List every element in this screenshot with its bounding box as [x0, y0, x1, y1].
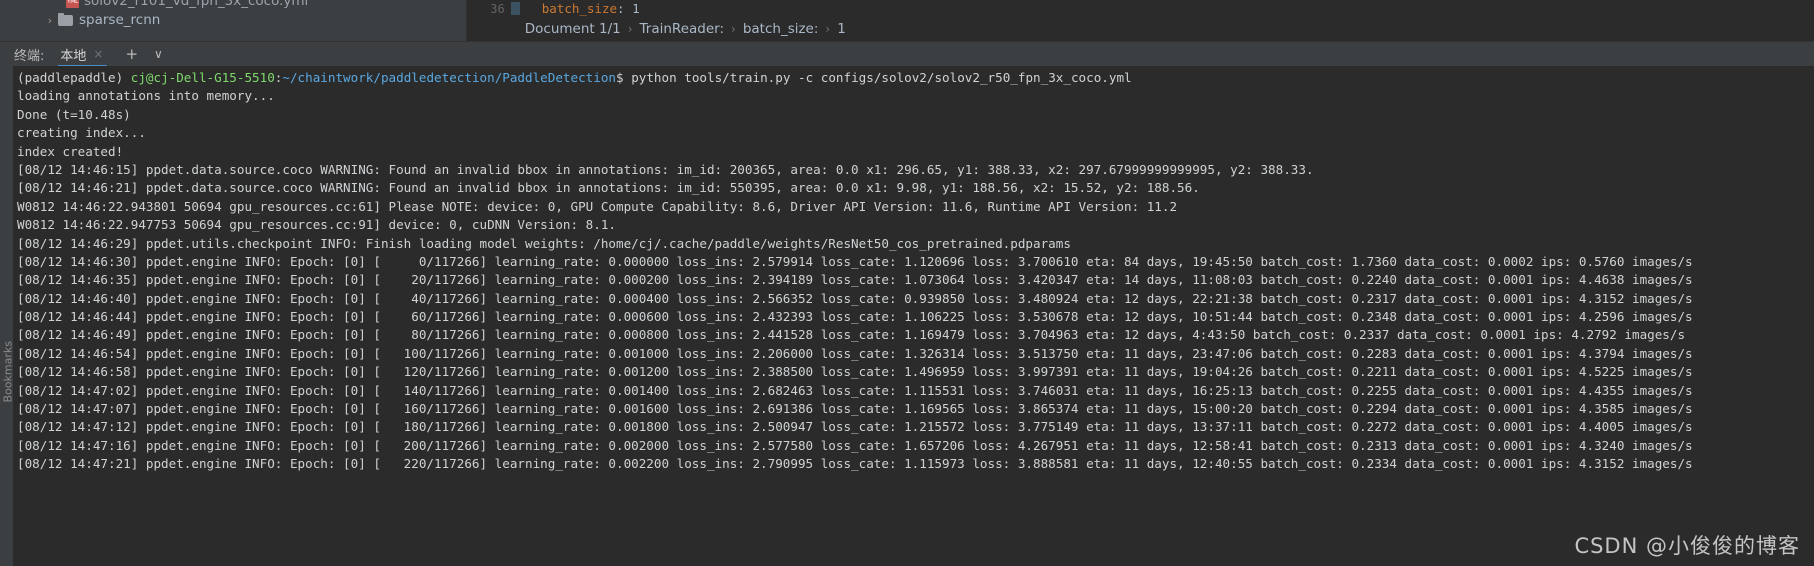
terminal-log-line: [08/12 14:47:21] ppdet.engine INFO: Epoc…	[17, 456, 1693, 472]
prompt-dollar: $	[616, 70, 632, 85]
tree-item-label: solov2_r101_vd_fpn_3x_coco.yml	[84, 0, 309, 9]
terminal-output[interactable]: (paddlepaddle) cj@cj-Dell-G15-5510:~/cha…	[13, 66, 1814, 566]
editor-pane[interactable]: 36 batch_size: 1 Document 1/1 › TrainRea…	[466, 0, 1814, 41]
terminal-prompt-line: (paddlepaddle) cj@cj-Dell-G15-5510:~/cha…	[13, 69, 1814, 87]
terminal-log-line: [08/12 14:47:07] ppdet.engine INFO: Epoc…	[17, 401, 1693, 417]
terminal-log-lines: loading annotations into memory... Done (…	[13, 87, 1814, 473]
terminal-log-line: [08/12 14:46:49] ppdet.engine INFO: Epoc…	[17, 327, 1686, 343]
terminal-log-line: [08/12 14:47:02] ppdet.engine INFO: Epoc…	[17, 382, 1693, 398]
line-number: 36	[490, 1, 505, 16]
terminal-log-line: [08/12 14:46:21] ppdet.data.source.coco …	[17, 180, 1200, 196]
add-terminal-button[interactable]: +	[125, 46, 138, 62]
terminal-log-line: W0812 14:46:22.943801 50694 gpu_resource…	[17, 198, 1178, 214]
code-token-value: 1	[624, 1, 640, 16]
left-tool-rail[interactable]: Bookmarks	[0, 66, 13, 566]
breadcrumb[interactable]: Document 1/1 › TrainReader: › batch_size…	[467, 18, 1814, 40]
chevron-right-icon: ›	[825, 22, 831, 36]
prompt-path: ~/chaintwork/paddledetection/PaddleDetec…	[282, 70, 617, 85]
terminal-log-line: [08/12 14:47:16] ppdet.engine INFO: Epoc…	[17, 437, 1693, 453]
bookmarks-rail-label[interactable]: Bookmarks	[2, 341, 14, 402]
terminal-log-line: [08/12 14:46:29] ppdet.utils.checkpoint …	[17, 235, 1071, 251]
terminal-log-line: [08/12 14:46:40] ppdet.engine INFO: Epoc…	[17, 290, 1693, 306]
code-fold-marker[interactable]	[510, 2, 520, 15]
terminal-log-line: [08/12 14:46:35] ppdet.engine INFO: Epoc…	[17, 272, 1693, 288]
prompt-command: python tools/train.py -c configs/solov2/…	[631, 70, 1132, 85]
code-token-colon: :	[617, 1, 625, 16]
ide-window: YML solov2_r101_vd_fpn_3x_coco.yml › spa…	[0, 0, 1814, 566]
yml-file-icon: YML	[66, 0, 79, 8]
tree-item-label: sparse_rcnn	[79, 12, 161, 28]
close-icon[interactable]: ×	[93, 47, 103, 61]
venv-indicator: (paddlepaddle)	[17, 70, 131, 85]
tree-item-sparse-rcnn[interactable]: › sparse_rcnn	[44, 10, 161, 30]
terminal-log-line: W0812 14:46:22.947753 50694 gpu_resource…	[17, 217, 616, 233]
terminal-log-line: [08/12 14:46:54] ppdet.engine INFO: Epoc…	[17, 345, 1693, 361]
terminal-panel-title: 终端:	[14, 48, 45, 64]
editor-code-line[interactable]: 36 batch_size: 1	[467, 0, 1814, 18]
terminal-log-line: index created!	[17, 143, 124, 159]
terminal-tab-label: 本地	[60, 48, 87, 64]
terminal-log-line: loading annotations into memory...	[17, 88, 275, 104]
chevron-right-icon: ›	[731, 22, 736, 36]
breadcrumb-item-document[interactable]: Document 1/1	[525, 21, 621, 37]
terminal-log-line: creating index...	[17, 125, 146, 141]
chevron-right-icon: ›	[627, 22, 633, 36]
terminal-log-line: [08/12 14:46:30] ppdet.engine INFO: Epoc…	[17, 253, 1693, 269]
chevron-down-icon[interactable]: ∨	[154, 48, 163, 60]
top-strip: YML solov2_r101_vd_fpn_3x_coco.yml › spa…	[0, 0, 1814, 41]
terminal-log-line: [08/12 14:46:15] ppdet.data.source.coco …	[17, 161, 1314, 177]
terminal-log-line: [08/12 14:46:58] ppdet.engine INFO: Epoc…	[17, 364, 1693, 380]
folder-icon	[58, 13, 73, 26]
breadcrumb-item-trainreader[interactable]: TrainReader:	[640, 21, 724, 37]
project-tree-pane[interactable]: YML solov2_r101_vd_fpn_3x_coco.yml › spa…	[0, 0, 467, 41]
breadcrumb-item-value[interactable]: 1	[837, 21, 846, 37]
code-token-key: batch_size	[541, 1, 618, 16]
prompt-user-host: cj@cj-Dell-G15-5510	[130, 70, 275, 85]
terminal-log-line: [08/12 14:46:44] ppdet.engine INFO: Epoc…	[17, 309, 1693, 325]
chevron-right-icon[interactable]: ›	[44, 14, 56, 27]
terminal-tab-bar: 终端: 本地 × + ∨	[0, 41, 1814, 67]
breadcrumb-item-batchsize[interactable]: batch_size:	[743, 21, 819, 37]
terminal-log-line: Done (t=10.48s)	[17, 106, 131, 122]
terminal-log-line: [08/12 14:47:12] ppdet.engine INFO: Epoc…	[17, 419, 1693, 435]
terminal-tab-local[interactable]: 本地 ×	[58, 42, 108, 67]
